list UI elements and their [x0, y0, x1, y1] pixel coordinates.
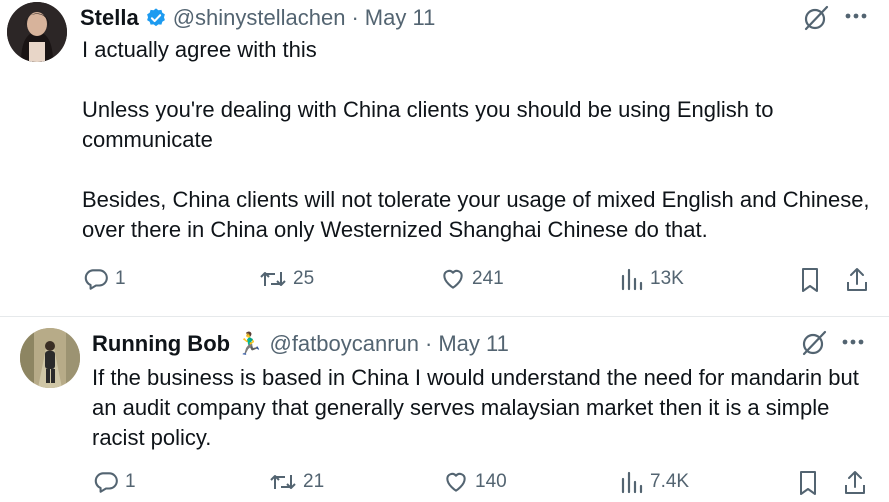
views-count: 13K: [650, 268, 684, 289]
tweet-date[interactable]: May 11: [438, 331, 509, 357]
tweet-header: Running Bob 🏃‍♂️ @fatboycanrun · May 11: [92, 331, 509, 357]
tweet-paragraph: Unless you're dealing with China clients…: [82, 97, 774, 152]
author-handle[interactable]: @fatboycanrun: [269, 331, 419, 357]
repost-button[interactable]: 21: [269, 469, 324, 495]
tweet-actions: 1 25 241 13K: [0, 266, 889, 296]
reply-count: 1: [115, 268, 126, 289]
tweet-actions: 1 21 140 7.4K: [0, 469, 889, 499]
reply-icon: [83, 266, 109, 292]
tweet-paragraph: I actually agree with this: [82, 37, 317, 62]
tweet-text: I actually agree with this Unless you're…: [82, 35, 872, 245]
tweet-stella[interactable]: Stella @shinystellachen · May 11 I actua…: [0, 0, 889, 317]
like-count: 241: [472, 268, 504, 289]
like-count: 140: [475, 471, 507, 492]
reply-count: 1: [125, 471, 136, 492]
reply-button[interactable]: 1: [93, 469, 136, 495]
avatar[interactable]: [20, 328, 80, 388]
views-button[interactable]: 7.4K: [620, 469, 689, 495]
like-button[interactable]: 241: [440, 266, 504, 292]
like-button[interactable]: 140: [443, 469, 507, 495]
share-icon[interactable]: [845, 266, 869, 294]
reply-icon: [93, 469, 119, 495]
tweet-header: Stella @shinystellachen · May 11: [80, 5, 435, 31]
verified-badge-icon: [145, 7, 167, 29]
runner-emoji: 🏃‍♂️: [236, 331, 264, 356]
separator: ·: [425, 331, 433, 356]
more-icon[interactable]: [840, 331, 866, 358]
avatar[interactable]: [7, 2, 67, 62]
author-name[interactable]: Stella: [80, 5, 139, 31]
repost-icon: [269, 469, 297, 495]
more-icon[interactable]: [843, 5, 869, 32]
repost-button[interactable]: 25: [259, 266, 314, 292]
tweet-paragraph: Besides, China clients will not tolerate…: [82, 187, 870, 242]
views-icon: [620, 469, 644, 495]
like-icon: [443, 469, 469, 495]
repost-count: 21: [303, 471, 325, 492]
bookmark-icon[interactable]: [796, 469, 820, 497]
repost-icon: [259, 266, 287, 292]
tweet-running-bob[interactable]: Running Bob 🏃‍♂️ @fatboycanrun · May 11 …: [0, 317, 889, 502]
views-count: 7.4K: [650, 471, 690, 492]
reply-button[interactable]: 1: [83, 266, 126, 292]
repost-count: 25: [293, 268, 315, 289]
views-button[interactable]: 13K: [620, 266, 684, 292]
share-icon[interactable]: [843, 469, 867, 497]
grok-icon[interactable]: [801, 3, 831, 38]
author-name[interactable]: Running Bob: [92, 331, 230, 357]
author-handle[interactable]: @shinystellachen: [173, 5, 346, 31]
views-icon: [620, 266, 644, 292]
tweet-paragraph: If the business is based in China I woul…: [92, 365, 859, 450]
tweet-date[interactable]: May 11: [365, 5, 436, 31]
tweet-text: If the business is based in China I woul…: [92, 363, 882, 453]
bookmark-icon[interactable]: [798, 266, 822, 294]
like-icon: [440, 266, 466, 292]
separator: ·: [351, 5, 359, 30]
grok-icon[interactable]: [799, 328, 829, 363]
